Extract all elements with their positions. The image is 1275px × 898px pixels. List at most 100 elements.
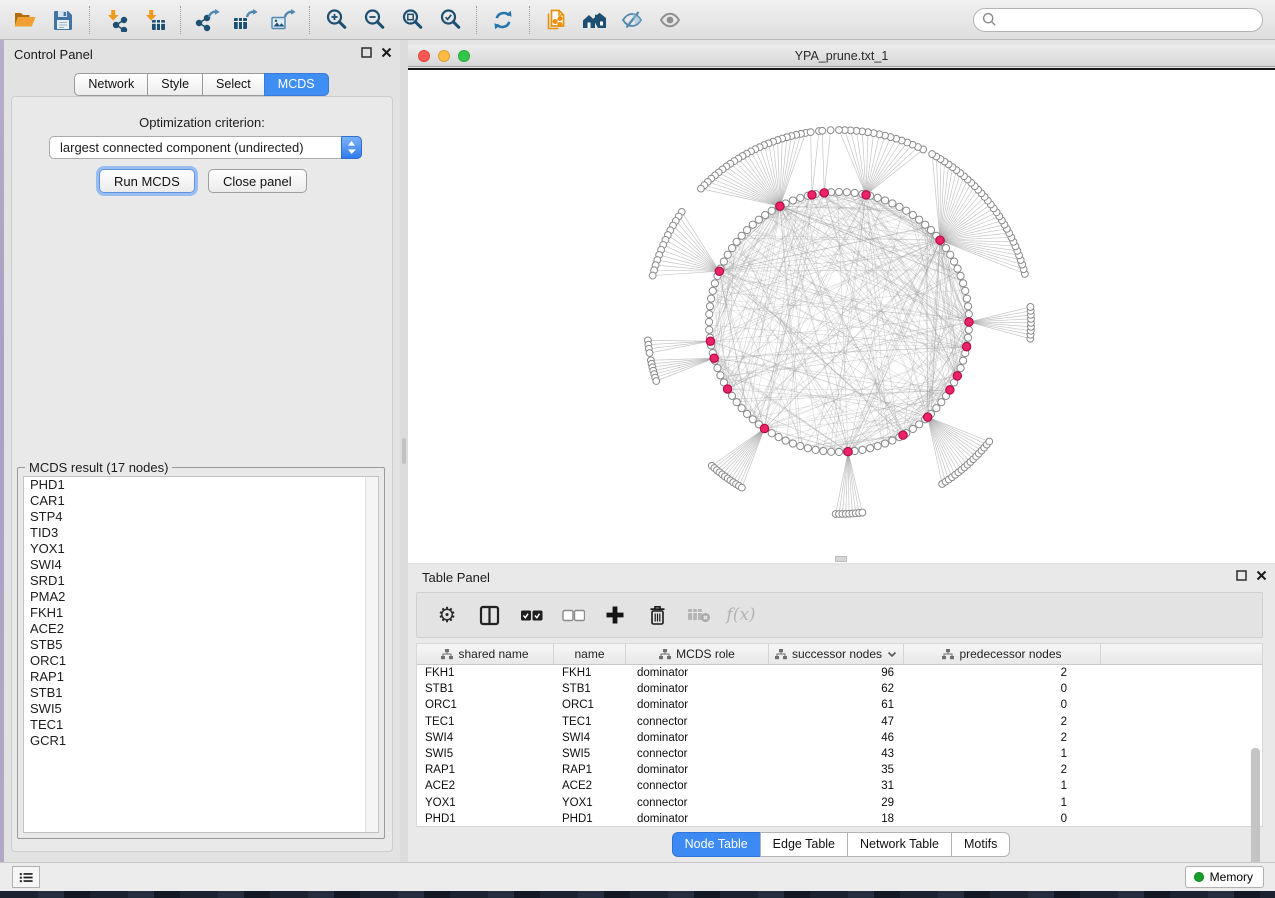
search-box[interactable] (973, 8, 1263, 32)
tab-mcds[interactable]: MCDS (264, 73, 329, 96)
export-network-button[interactable] (188, 3, 226, 37)
table-row[interactable]: SWI4SWI4dominator462 (417, 730, 1262, 746)
cell[interactable]: 0 (904, 699, 1101, 711)
save-session-button[interactable] (44, 3, 82, 37)
cell[interactable]: dominator (626, 764, 769, 776)
cell[interactable]: PHD1 (554, 813, 626, 825)
table-row[interactable]: PHD1PHD1dominator180 (417, 811, 1262, 827)
table-settings-button[interactable]: ⚙ (431, 598, 463, 632)
close-panel-icon[interactable] (381, 47, 392, 58)
table-row[interactable]: FKH1FKH1dominator962 (417, 665, 1262, 681)
toggle-column-panel-button[interactable] (473, 598, 505, 632)
cell[interactable]: 1 (904, 748, 1101, 760)
float-panel-icon[interactable] (361, 47, 372, 58)
float-panel-icon[interactable] (1236, 570, 1247, 581)
cell[interactable]: ACE2 (417, 780, 554, 792)
cell[interactable]: 2 (904, 667, 1101, 679)
cell[interactable]: 2 (904, 764, 1101, 776)
list-item[interactable]: ORC1 (24, 653, 378, 669)
tab-node-table[interactable]: Node Table (672, 832, 761, 857)
cell[interactable]: 0 (904, 813, 1101, 825)
list-item[interactable]: SRD1 (24, 573, 378, 589)
share-network-document-button[interactable] (537, 3, 575, 37)
cell[interactable]: SWI5 (554, 748, 626, 760)
cell[interactable]: connector (626, 748, 769, 760)
show-panels-menu-button[interactable] (12, 866, 40, 888)
cell[interactable]: YOX1 (417, 797, 554, 809)
cell[interactable]: ORC1 (417, 699, 554, 711)
column-header-successor-nodes[interactable]: successor nodes (769, 644, 904, 664)
panel-splitter[interactable] (400, 40, 408, 862)
list-item[interactable]: PHD1 (24, 477, 378, 493)
cell[interactable]: RAP1 (417, 764, 554, 776)
table-row[interactable]: SWI5SWI5connector431 (417, 746, 1262, 762)
cell[interactable]: YOX1 (554, 797, 626, 809)
list-item[interactable]: TEC1 (24, 717, 378, 733)
search-input[interactable] (1002, 12, 1254, 28)
canvas-grip[interactable] (835, 556, 847, 562)
cell[interactable]: TEC1 (554, 716, 626, 728)
cell[interactable]: connector (626, 780, 769, 792)
column-header-MCDS-role[interactable]: MCDS role (626, 644, 769, 664)
cell[interactable]: SWI4 (417, 732, 554, 744)
list-item[interactable]: SWI4 (24, 557, 378, 573)
close-panel-icon[interactable] (1256, 570, 1267, 581)
table-row[interactable]: YOX1YOX1connector291 (417, 795, 1262, 811)
cell[interactable]: STB1 (417, 683, 554, 695)
cell[interactable]: TEC1 (417, 716, 554, 728)
list-item[interactable]: TID3 (24, 525, 378, 541)
list-item[interactable]: ACE2 (24, 621, 378, 637)
cell[interactable]: 1 (904, 797, 1101, 809)
cell[interactable]: connector (626, 716, 769, 728)
cell[interactable]: dominator (626, 732, 769, 744)
export-table-button[interactable] (226, 3, 264, 37)
cell[interactable]: STB1 (554, 683, 626, 695)
table-row[interactable]: TEC1TEC1connector472 (417, 714, 1262, 730)
column-header-name[interactable]: name (554, 644, 626, 664)
cell[interactable]: SWI4 (554, 732, 626, 744)
cell[interactable]: 29 (769, 797, 904, 809)
create-column-button[interactable] (599, 598, 631, 632)
close-panel-button[interactable]: Close panel (208, 169, 307, 193)
tab-network[interactable]: Network (74, 73, 148, 96)
list-item[interactable]: SWI5 (24, 701, 378, 717)
table-row[interactable]: ORC1ORC1dominator610 (417, 697, 1262, 713)
mcds-result-list[interactable]: PHD1CAR1STP4TID3YOX1SWI4SRD1PMA2FKH1ACE2… (23, 476, 379, 833)
column-header-shared-name[interactable]: shared name (417, 644, 554, 664)
tab-select[interactable]: Select (202, 73, 265, 96)
cell[interactable]: 43 (769, 748, 904, 760)
list-item[interactable]: CAR1 (24, 493, 378, 509)
select-all-rows-button[interactable] (515, 598, 547, 632)
import-table-button[interactable] (135, 3, 173, 37)
column-header-predecessor-nodes[interactable]: predecessor nodes (904, 644, 1101, 664)
cell[interactable]: 1 (904, 780, 1101, 792)
zoom-in-button[interactable] (317, 3, 355, 37)
cell[interactable]: 35 (769, 764, 904, 776)
cell[interactable]: ORC1 (554, 699, 626, 711)
cell[interactable]: FKH1 (417, 667, 554, 679)
deselect-all-rows-button[interactable] (557, 598, 589, 632)
hide-graphics-details-button[interactable] (613, 3, 651, 37)
table-row[interactable]: ACE2ACE2connector311 (417, 778, 1262, 794)
cell[interactable]: 61 (769, 699, 904, 711)
zoom-selected-button[interactable] (431, 3, 469, 37)
splitter-grip[interactable] (402, 438, 406, 464)
export-image-button[interactable] (264, 3, 302, 37)
zoom-out-button[interactable] (355, 3, 393, 37)
list-item[interactable]: YOX1 (24, 541, 378, 557)
tab-motifs[interactable]: Motifs (951, 832, 1010, 857)
cell[interactable]: 0 (904, 683, 1101, 695)
refresh-button[interactable] (484, 3, 522, 37)
tab-network-table[interactable]: Network Table (847, 832, 952, 857)
open-file-button[interactable] (6, 3, 44, 37)
memory-button[interactable]: Memory (1185, 866, 1264, 888)
cell[interactable]: 46 (769, 732, 904, 744)
import-network-button[interactable] (97, 3, 135, 37)
cell[interactable]: dominator (626, 683, 769, 695)
list-item[interactable]: PMA2 (24, 589, 378, 605)
cell[interactable]: dominator (626, 667, 769, 679)
list-item[interactable]: RAP1 (24, 669, 378, 685)
tab-style[interactable]: Style (147, 73, 203, 96)
cell[interactable]: RAP1 (554, 764, 626, 776)
cell[interactable]: ACE2 (554, 780, 626, 792)
